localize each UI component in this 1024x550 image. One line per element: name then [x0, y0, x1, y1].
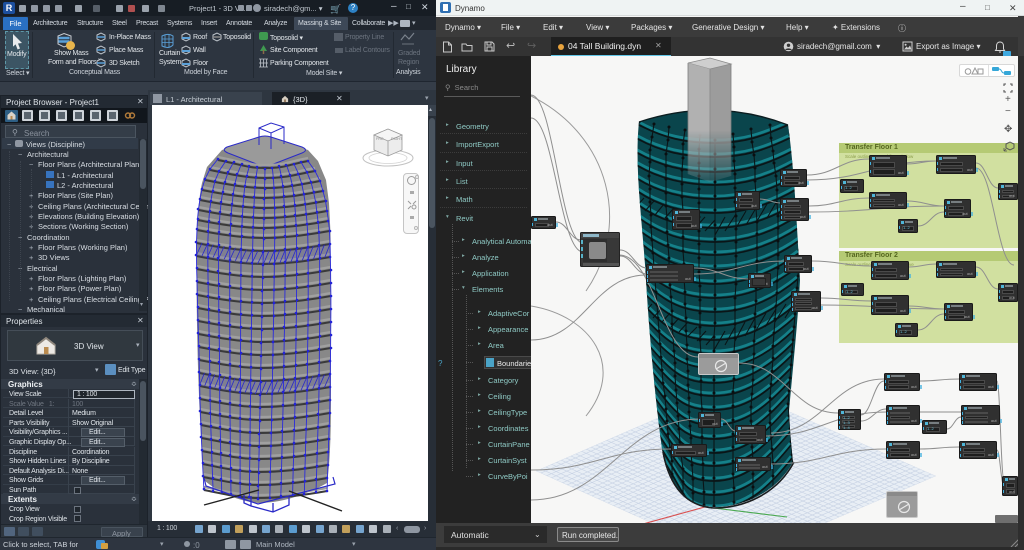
svg-text:FRO: FRO: [376, 137, 384, 141]
svg-text:RIGHT: RIGHT: [391, 137, 403, 141]
svg-text::0: :0: [193, 541, 200, 549]
